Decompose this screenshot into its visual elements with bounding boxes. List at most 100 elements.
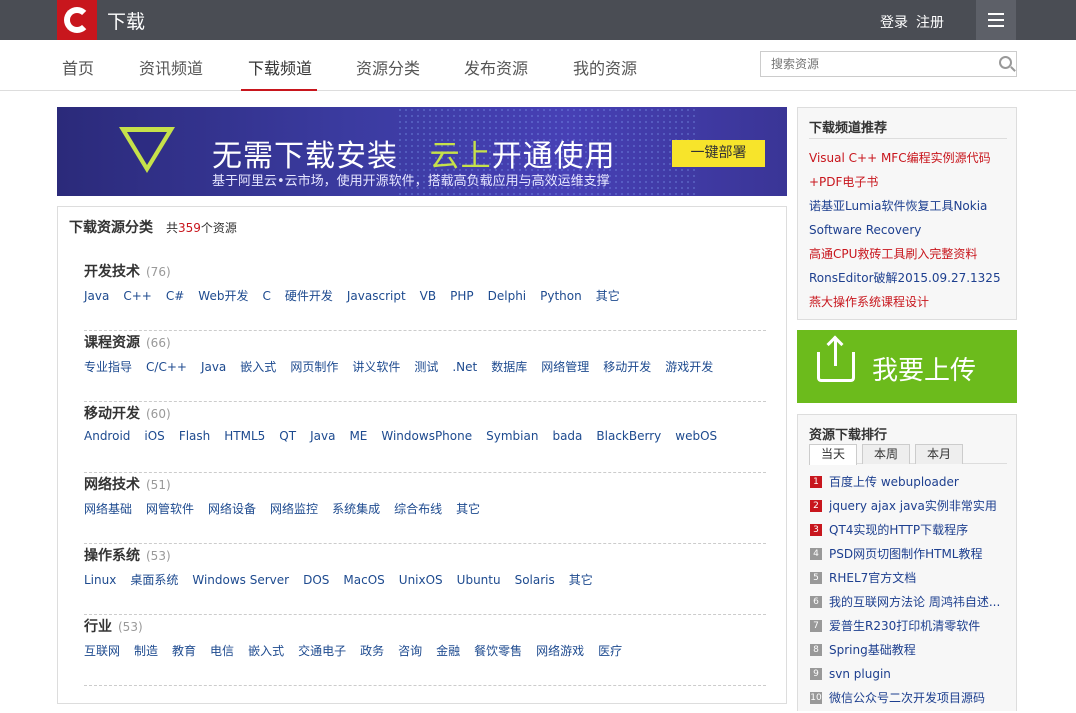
category-link[interactable]: Delphi bbox=[488, 289, 527, 303]
category-link[interactable]: HTML5 bbox=[224, 429, 265, 443]
recommend-link[interactable]: 高通CPU救砖工具刷入完整资料 bbox=[809, 242, 1009, 266]
category-link[interactable]: 餐饮零售 bbox=[474, 644, 522, 658]
category-link[interactable]: Ubuntu bbox=[457, 573, 501, 587]
category-link[interactable]: iOS bbox=[144, 429, 164, 443]
ranking-link[interactable]: RHEL7官方文档 bbox=[829, 569, 1007, 587]
recommend-link[interactable]: Visual C++ MFC编程实例源代码 bbox=[809, 146, 1009, 170]
category-name[interactable]: 开发技术 bbox=[84, 264, 140, 280]
category-link[interactable]: 嵌入式 bbox=[240, 360, 276, 374]
category-link[interactable]: 教育 bbox=[172, 644, 196, 658]
category-link[interactable]: 医疗 bbox=[598, 644, 622, 658]
category-link[interactable]: 其它 bbox=[569, 573, 593, 587]
category-link[interactable]: Python bbox=[540, 289, 582, 303]
site-logo[interactable] bbox=[57, 0, 97, 40]
deploy-button[interactable]: 一键部署 bbox=[672, 140, 765, 167]
category-link[interactable]: 政务 bbox=[360, 644, 384, 658]
category-link[interactable]: 制造 bbox=[134, 644, 158, 658]
category-link[interactable]: 交通电子 bbox=[298, 644, 346, 658]
category-link[interactable]: PHP bbox=[450, 289, 474, 303]
ranking-link[interactable]: jquery ajax java实例非常实用 bbox=[829, 497, 1007, 515]
category-title[interactable]: 开发技术 (76) bbox=[84, 261, 171, 281]
category-link[interactable]: ME bbox=[349, 429, 367, 443]
category-title[interactable]: 课程资源 (66) bbox=[84, 332, 171, 352]
nav-my-resources[interactable]: 我的资源 bbox=[573, 55, 637, 79]
category-link[interactable]: C# bbox=[166, 289, 184, 303]
nav-categories[interactable]: 资源分类 bbox=[356, 55, 420, 79]
category-link[interactable]: C/C++ bbox=[146, 360, 187, 374]
category-link[interactable]: .Net bbox=[452, 360, 477, 374]
ranking-link[interactable]: QT4实现的HTTP下载程序 bbox=[829, 521, 1007, 539]
category-link[interactable]: Javascript bbox=[347, 289, 406, 303]
category-link[interactable]: Windows Server bbox=[192, 573, 289, 587]
category-title[interactable]: 行业 (53) bbox=[84, 616, 143, 636]
category-link[interactable]: 综合布线 bbox=[394, 502, 442, 516]
category-link[interactable]: 网络监控 bbox=[270, 502, 318, 516]
recommend-link[interactable]: +PDF电子书 bbox=[809, 170, 1009, 194]
category-link[interactable]: Java bbox=[84, 289, 109, 303]
ranking-link[interactable]: svn plugin bbox=[829, 665, 1007, 683]
tab-week[interactable]: 本周 bbox=[862, 444, 910, 464]
category-title[interactable]: 操作系统 (53) bbox=[84, 545, 171, 565]
category-link[interactable]: Flash bbox=[179, 429, 210, 443]
category-link[interactable]: Java bbox=[310, 429, 335, 443]
category-link[interactable]: 网络基础 bbox=[84, 502, 132, 516]
category-link[interactable]: Android bbox=[84, 429, 130, 443]
category-link[interactable]: UnixOS bbox=[399, 573, 443, 587]
category-link[interactable]: 互联网 bbox=[84, 644, 120, 658]
category-link[interactable]: Java bbox=[201, 360, 226, 374]
category-link[interactable]: C++ bbox=[123, 289, 152, 303]
category-link[interactable]: 网络管理 bbox=[541, 360, 589, 374]
recommend-link[interactable]: Software Recovery bbox=[809, 218, 1009, 242]
login-link[interactable]: 登录 bbox=[880, 15, 908, 31]
search-icon[interactable] bbox=[999, 56, 1012, 69]
category-link[interactable]: 网页制作 bbox=[290, 360, 338, 374]
category-link[interactable]: webOS bbox=[675, 429, 717, 443]
category-link[interactable]: Linux bbox=[84, 573, 116, 587]
category-title[interactable]: 移动开发 (60) bbox=[84, 403, 171, 423]
nav-publish[interactable]: 发布资源 bbox=[464, 55, 528, 79]
ranking-link[interactable]: 我的互联网方法论 周鸿祎自述... bbox=[829, 593, 1007, 611]
category-name[interactable]: 课程资源 bbox=[84, 335, 140, 351]
recommend-link[interactable]: 燕大操作系统课程设计 bbox=[809, 290, 1009, 314]
category-link[interactable]: Solaris bbox=[515, 573, 555, 587]
nav-download[interactable]: 下载频道 bbox=[248, 55, 312, 79]
upload-button[interactable]: 我要上传 bbox=[797, 330, 1017, 403]
register-link[interactable]: 注册 bbox=[916, 15, 944, 31]
category-link[interactable]: 网络设备 bbox=[208, 502, 256, 516]
category-link[interactable]: DOS bbox=[303, 573, 329, 587]
ranking-link[interactable]: 微信公众号二次开发项目源码 bbox=[829, 689, 1007, 707]
tab-today[interactable]: 当天 bbox=[809, 444, 857, 465]
category-link[interactable]: 硬件开发 bbox=[285, 289, 333, 303]
ranking-link[interactable]: Spring基础教程 bbox=[829, 641, 1007, 659]
category-link[interactable]: 其它 bbox=[596, 289, 620, 303]
ranking-link[interactable]: PSD网页切图制作HTML教程 bbox=[829, 545, 1007, 563]
category-link[interactable]: BlackBerry bbox=[596, 429, 661, 443]
category-link[interactable]: 系统集成 bbox=[332, 502, 380, 516]
ranking-link[interactable]: 爱普生R230打印机清零软件 bbox=[829, 617, 1007, 635]
recommend-link[interactable]: RonsEditor破解2015.09.27.1325 bbox=[809, 266, 1009, 290]
category-link[interactable]: WindowsPhone bbox=[381, 429, 472, 443]
category-link[interactable]: 移动开发 bbox=[603, 360, 651, 374]
category-link[interactable]: 测试 bbox=[414, 360, 438, 374]
category-link[interactable]: 数据库 bbox=[491, 360, 527, 374]
category-link[interactable]: 嵌入式 bbox=[248, 644, 284, 658]
category-name[interactable]: 操作系统 bbox=[84, 548, 140, 564]
category-link[interactable]: 咨询 bbox=[398, 644, 422, 658]
recommend-link[interactable]: 诺基亚Lumia软件恢复工具Nokia bbox=[809, 194, 1009, 218]
search-input[interactable] bbox=[761, 52, 986, 76]
menu-button[interactable] bbox=[976, 0, 1016, 40]
category-link[interactable]: 讲义软件 bbox=[352, 360, 400, 374]
category-link[interactable]: Web开发 bbox=[198, 289, 248, 303]
nav-home[interactable]: 首页 bbox=[62, 55, 94, 79]
ranking-link[interactable]: 百度上传 webuploader bbox=[829, 473, 1007, 491]
category-link[interactable]: 电信 bbox=[210, 644, 234, 658]
category-link[interactable]: MacOS bbox=[343, 573, 384, 587]
category-link[interactable]: 桌面系统 bbox=[130, 573, 178, 587]
category-link[interactable]: 其它 bbox=[456, 502, 480, 516]
category-link[interactable]: bada bbox=[552, 429, 582, 443]
category-link[interactable]: 金融 bbox=[436, 644, 460, 658]
category-link[interactable]: 专业指导 bbox=[84, 360, 132, 374]
category-name[interactable]: 网络技术 bbox=[84, 477, 140, 493]
category-title[interactable]: 网络技术 (51) bbox=[84, 474, 171, 494]
category-link[interactable]: C bbox=[262, 289, 270, 303]
